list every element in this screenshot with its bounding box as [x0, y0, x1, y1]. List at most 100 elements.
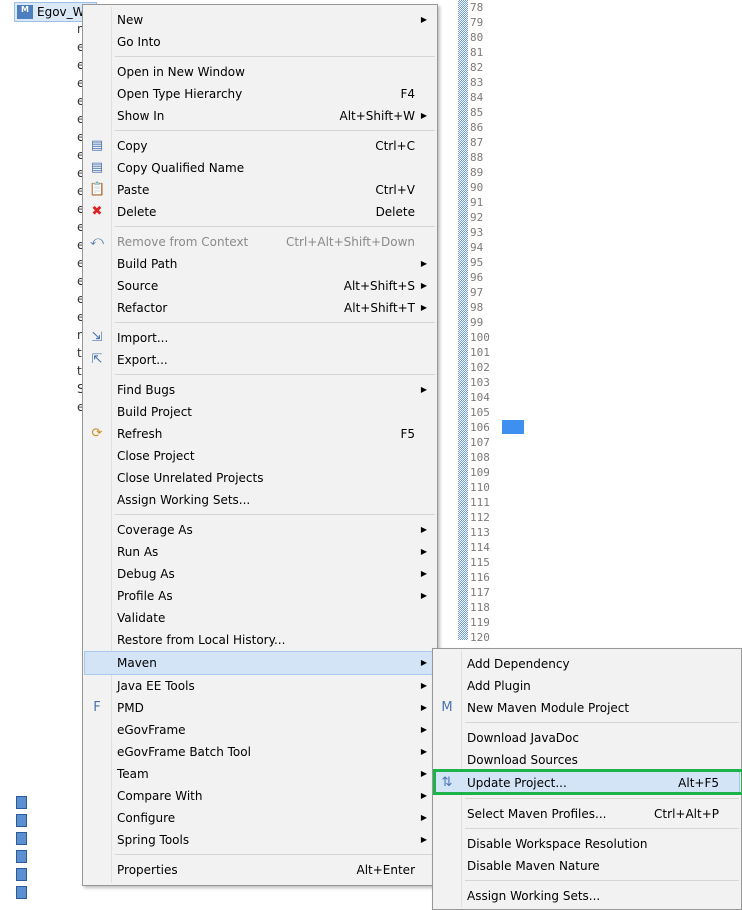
context-menu: New ▶ Go Into Open in New Window Open Type H… [82, 4, 438, 886]
menu-item-profile-as[interactable]: Profile As ▶ [85, 585, 435, 607]
menu-item-close-project[interactable]: Close Project [85, 445, 435, 467]
menu-item-label: Compare With [117, 789, 203, 803]
menu-item-find-bugs[interactable]: Find Bugs ▶ [85, 379, 435, 401]
menu-item-label: Restore from Local History... [117, 633, 286, 647]
highlight-box [433, 769, 742, 795]
menu-separator [115, 374, 435, 375]
menu-item-remove-from-context[interactable]: ⤺ Remove from Context Ctrl+Alt+Shift+Down [85, 231, 435, 253]
menu-item-label: New Maven Module Project [467, 701, 630, 715]
line-number: 98 [470, 301, 484, 314]
menu-item-label: Delete [117, 205, 157, 219]
menu-item-copy[interactable]: ▤ Copy Ctrl+C [85, 135, 435, 157]
menu-item-label: Download Sources [467, 753, 578, 767]
line-number: 83 [470, 76, 484, 89]
file-icon [16, 796, 27, 809]
copy-icon: ▤ [90, 138, 104, 153]
menu-item-maven[interactable]: Maven ▶ [84, 651, 436, 675]
menu-item-label: Properties [117, 863, 178, 877]
menu-item-label: Disable Workspace Resolution [467, 837, 648, 851]
refresh-icon: ⟳ [91, 426, 103, 441]
remove-context-icon: ⤺ [90, 234, 104, 249]
menu-item-copy-qualified-name[interactable]: ▤ Copy Qualified Name [85, 157, 435, 179]
import-icon: ⇲ [91, 330, 103, 345]
menu-item-label: Coverage As [117, 523, 193, 537]
menu-separator [115, 130, 435, 131]
line-number: 111 [470, 496, 490, 509]
menu-item-compare-with[interactable]: Compare With ▶ [85, 785, 435, 807]
line-number: 108 [470, 451, 490, 464]
submenu-arrow-icon: ▶ [420, 813, 427, 822]
menu-item-java-ee-tools[interactable]: Java EE Tools ▶ [85, 675, 435, 697]
menu-item-label: Profile As [117, 589, 173, 603]
menu-item-restore-from-local-history[interactable]: Restore from Local History... [85, 629, 435, 651]
menu-item-open-type-hierarchy[interactable]: Open Type Hierarchy F4 [85, 83, 435, 105]
line-number: 82 [470, 61, 484, 74]
menu-item-label: New [117, 13, 144, 27]
menu-item-build-project[interactable]: Build Project [85, 401, 435, 423]
menu-item-disable-workspace-resolution[interactable]: Disable Workspace Resolution [435, 833, 739, 855]
menu-item-add-plugin[interactable]: Add Plugin [435, 675, 739, 697]
menu-item-label: Open in New Window [117, 65, 245, 79]
menu-item-disable-maven-nature[interactable]: Disable Maven Nature [435, 855, 739, 877]
menu-item-label: Add Plugin [467, 679, 531, 693]
menu-item-spring-tools[interactable]: Spring Tools ▶ [85, 829, 435, 851]
submenu-arrow-icon: ▶ [420, 835, 427, 844]
line-number: 103 [470, 376, 490, 389]
menu-item-team[interactable]: Team ▶ [85, 763, 435, 785]
menu-item-label: Build Path [117, 257, 178, 271]
menu-item-debug-as[interactable]: Debug As ▶ [85, 563, 435, 585]
menu-item-label: Assign Working Sets... [117, 493, 251, 507]
submenu-arrow-icon: ▶ [420, 703, 427, 712]
line-number: 105 [470, 406, 490, 419]
menu-item-show-in[interactable]: Show In Alt+Shift+W ▶ [85, 105, 435, 127]
menu-item-source[interactable]: Source Alt+Shift+S ▶ [85, 275, 435, 297]
menu-item-configure[interactable]: Configure ▶ [85, 807, 435, 829]
submenu-arrow-icon: ▶ [420, 281, 427, 290]
menu-item-pmd[interactable]: F PMD ▶ [85, 697, 435, 719]
file-icon [16, 886, 27, 899]
menu-item-label: Spring Tools [117, 833, 190, 847]
menu-item-download-javadoc[interactable]: Download JavaDoc [435, 727, 739, 749]
menu-item-import[interactable]: ⇲ Import... [85, 327, 435, 349]
menu-item-label: Find Bugs [117, 383, 176, 397]
menu-item-label: Import... [117, 331, 169, 345]
line-number: 120 [470, 631, 490, 644]
menu-item-add-dependency[interactable]: Add Dependency [435, 653, 739, 675]
menu-item-assign-working-sets[interactable]: Assign Working Sets... [435, 885, 739, 907]
menu-item-build-path[interactable]: Build Path ▶ [85, 253, 435, 275]
line-number: 92 [470, 211, 484, 224]
menu-item-close-unrelated-projects[interactable]: Close Unrelated Projects [85, 467, 435, 489]
menu-item-assign-working-sets[interactable]: Assign Working Sets... [85, 489, 435, 511]
menu-item-open-in-new-window[interactable]: Open in New Window [85, 61, 435, 83]
menu-item-select-maven-profiles[interactable]: Select Maven Profiles... Ctrl+Alt+P [435, 803, 739, 825]
menu-item-refresh[interactable]: ⟳ Refresh F5 [85, 423, 435, 445]
menu-separator [465, 798, 739, 799]
menu-item-new-maven-module-project[interactable]: M New Maven Module Project [435, 697, 739, 719]
line-number: 87 [470, 136, 484, 149]
line-number: 100 [470, 331, 490, 344]
menu-item-label: Go Into [117, 35, 161, 49]
menu-item-export[interactable]: ⇱ Export... [85, 349, 435, 371]
menu-item-validate[interactable]: Validate [85, 607, 435, 629]
menu-item-coverage-as[interactable]: Coverage As ▶ [85, 519, 435, 541]
menu-item-new[interactable]: New ▶ [85, 9, 435, 31]
menu-item-delete[interactable]: ✖ Delete Delete [85, 201, 435, 223]
menu-item-label: Source [117, 279, 159, 293]
menu-item-label: Open Type Hierarchy [117, 87, 243, 101]
menu-item-properties[interactable]: Properties Alt+Enter [85, 859, 435, 881]
menu-item-label: Build Project [117, 405, 192, 419]
menu-item-refactor[interactable]: Refactor Alt+Shift+T ▶ [85, 297, 435, 319]
menu-item-egovframe-batch-tool[interactable]: eGovFrame Batch Tool ▶ [85, 741, 435, 763]
menu-item-label: Close Unrelated Projects [117, 471, 264, 485]
menu-item-go-into[interactable]: Go Into [85, 31, 435, 53]
menu-item-egovframe[interactable]: eGovFrame ▶ [85, 719, 435, 741]
submenu-arrow-icon: ▶ [420, 525, 427, 534]
menu-item-paste[interactable]: 📋 Paste Ctrl+V [85, 179, 435, 201]
menu-item-label: Remove from Context [117, 235, 249, 249]
maven-project-icon: M [17, 5, 33, 19]
menu-item-label: Assign Working Sets... [467, 889, 601, 903]
menu-item-label: Validate [117, 611, 166, 625]
menu-item-run-as[interactable]: Run As ▶ [85, 541, 435, 563]
menu-item-label: Download JavaDoc [467, 731, 579, 745]
menu-item-download-sources[interactable]: Download Sources [435, 749, 739, 771]
